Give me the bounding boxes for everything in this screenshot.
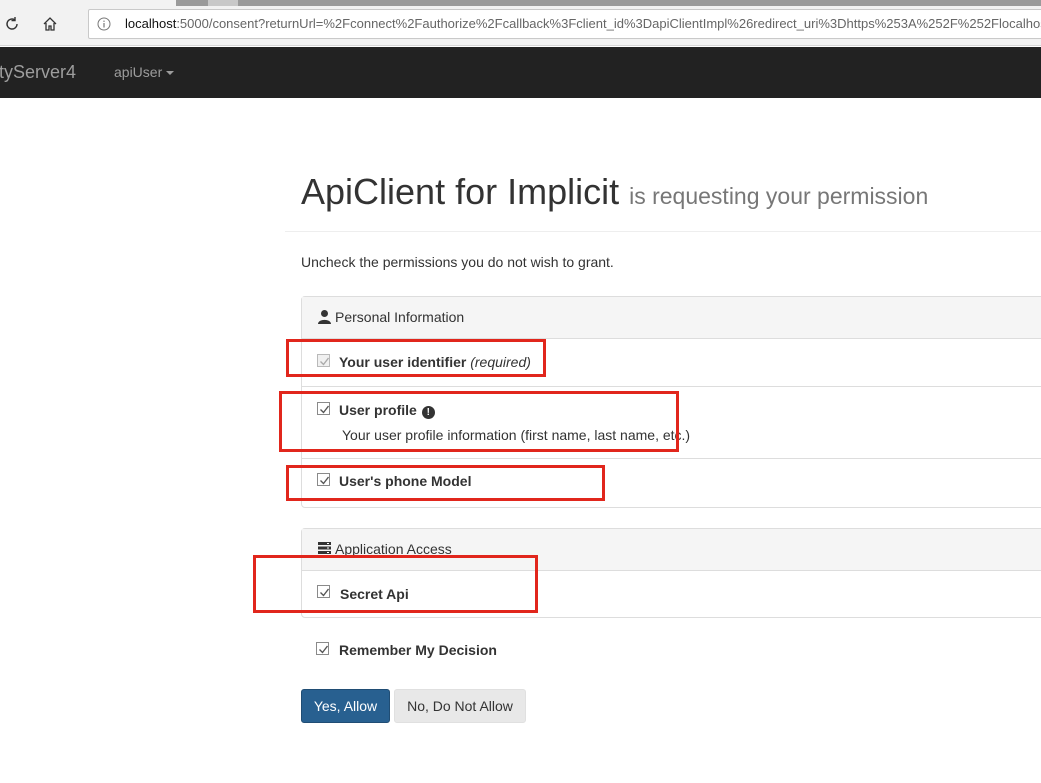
deny-button[interactable]: No, Do Not Allow (394, 689, 526, 723)
page-subtitle: is requesting your permission (629, 183, 929, 209)
panel-heading: Personal Information (302, 297, 1041, 339)
user-name: apiUser (114, 64, 163, 80)
panel-title: Personal Information (335, 309, 465, 325)
remember-checkbox[interactable] (316, 642, 329, 655)
consent-instruction: Uncheck the permissions you do not wish … (301, 254, 614, 270)
page-header: ApiClient for Implicit is requesting you… (285, 162, 1041, 232)
annotation-box (253, 555, 538, 613)
brand-link[interactable]: tityServer4 (0, 62, 76, 83)
url-text: localhost:5000/consent?returnUrl=%2Fconn… (125, 16, 1041, 31)
caret-down-icon (166, 71, 175, 76)
client-name: ApiClient for Implicit (301, 171, 620, 212)
remember-label: Remember My Decision (339, 642, 497, 658)
annotation-box (286, 339, 546, 377)
annotation-box (286, 465, 605, 501)
app-navbar: tityServer4 apiUser (0, 47, 1041, 98)
annotation-box (279, 391, 679, 452)
user-icon (317, 309, 333, 325)
info-icon[interactable] (97, 17, 111, 31)
refresh-icon[interactable] (0, 12, 24, 36)
address-bar[interactable]: localhost:5000/consent?returnUrl=%2Fconn… (88, 9, 1041, 39)
allow-button[interactable]: Yes, Allow (301, 689, 390, 723)
page-title: ApiClient for Implicit is requesting you… (301, 171, 928, 213)
browser-toolbar: localhost:5000/consent?returnUrl=%2Fconn… (0, 0, 1041, 46)
user-menu-dropdown[interactable]: apiUser (114, 64, 175, 80)
tab-strip (176, 0, 1041, 6)
remember-consent: Remember My Decision (301, 640, 701, 662)
home-icon[interactable] (38, 12, 62, 36)
